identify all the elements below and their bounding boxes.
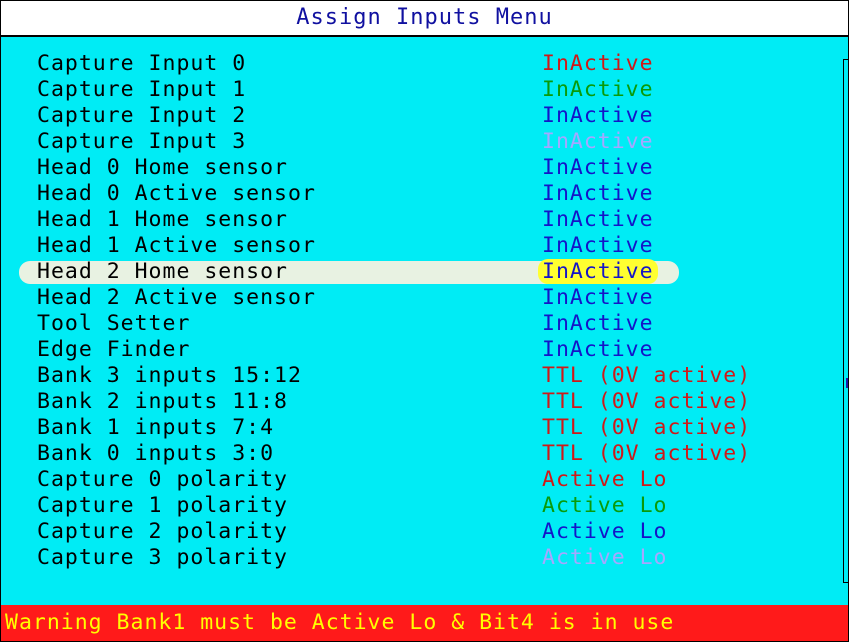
- row-label: Capture Input 3: [37, 129, 247, 154]
- menu-row[interactable]: Tool Setter InActive: [1, 311, 848, 337]
- row-label: Capture 2 polarity: [37, 519, 288, 544]
- row-value[interactable]: TTL (0V active): [542, 415, 751, 441]
- menu-row[interactable]: Head 1 Active sensor InActive: [1, 233, 848, 259]
- row-label: Bank 2 inputs 11:8: [37, 389, 288, 414]
- row-value[interactable]: InActive: [538, 259, 658, 285]
- row-value[interactable]: InActive: [542, 285, 654, 311]
- row-label: Head 2 Home sensor: [37, 259, 288, 284]
- menu-title: Assign Inputs Menu: [1, 1, 848, 37]
- menu-row[interactable]: Capture 3 polarity Active Lo: [1, 545, 848, 571]
- row-value[interactable]: InActive: [542, 311, 654, 337]
- row-value[interactable]: Active Lo: [542, 467, 668, 493]
- row-label: Capture Input 2: [37, 103, 247, 128]
- menu-row[interactable]: Head 1 Home sensor InActive: [1, 207, 848, 233]
- row-value[interactable]: InActive: [542, 103, 654, 129]
- row-value[interactable]: TTL (0V active): [542, 389, 751, 415]
- row-value[interactable]: InActive: [542, 181, 654, 207]
- row-value[interactable]: Active Lo: [542, 545, 668, 571]
- row-label: Head 1 Active sensor: [37, 233, 316, 258]
- row-value[interactable]: InActive: [542, 155, 654, 181]
- inputs-list: Capture Input 0 InActive Capture Input 1 In…: [1, 51, 848, 571]
- row-label: Head 2 Active sensor: [37, 285, 316, 310]
- menu-row[interactable]: Bank 1 inputs 7:4 TTL (0V active): [1, 415, 848, 441]
- row-value[interactable]: Active Lo: [542, 519, 668, 545]
- menu-row[interactable]: Edge Finder InActive: [1, 337, 848, 363]
- row-value[interactable]: InActive: [542, 207, 654, 233]
- menu-row[interactable]: Head 0 Home sensor InActive: [1, 155, 848, 181]
- menu-row[interactable]: Capture 2 polarity Active Lo: [1, 519, 848, 545]
- row-label: Bank 0 inputs 3:0: [37, 441, 275, 466]
- row-label: Capture 0 polarity: [37, 467, 288, 492]
- row-label: Capture 3 polarity: [37, 545, 288, 570]
- row-label: Head 0 Active sensor: [37, 181, 316, 206]
- row-label: Capture Input 0: [37, 51, 247, 76]
- row-value[interactable]: TTL (0V active): [542, 363, 751, 389]
- row-value[interactable]: InActive: [542, 129, 654, 155]
- row-label: Head 0 Home sensor: [37, 155, 288, 180]
- menu-row[interactable]: Bank 0 inputs 3:0 TTL (0V active): [1, 441, 848, 467]
- menu-row[interactable]: Head 0 Active sensor InActive: [1, 181, 848, 207]
- menu-row[interactable]: Capture Input 3 InActive: [1, 129, 848, 155]
- row-value[interactable]: InActive: [542, 337, 654, 363]
- row-label: Capture Input 1: [37, 77, 247, 102]
- menu-row[interactable]: Capture Input 2 InActive: [1, 103, 848, 129]
- row-label: Bank 3 inputs 15:12: [37, 363, 302, 388]
- menu-row[interactable]: Bank 3 inputs 15:12 TTL (0V active): [1, 363, 848, 389]
- selected-value[interactable]: InActive: [538, 259, 658, 284]
- menu-row[interactable]: Capture Input 1 InActive: [1, 77, 848, 103]
- menu-row[interactable]: Head 2 Active sensor InActive: [1, 285, 848, 311]
- assign-inputs-window: Assign Inputs Menu Capture Input 0 InActi…: [0, 0, 849, 642]
- row-label: Head 1 Home sensor: [37, 207, 288, 232]
- menu-row-selected[interactable]: Head 2 Home sensor InActive: [1, 259, 848, 285]
- menu-row[interactable]: Capture 1 polarity Active Lo: [1, 493, 848, 519]
- menu-row[interactable]: Capture Input 0 InActive: [1, 51, 848, 77]
- menu-row[interactable]: Capture 0 polarity Active Lo: [1, 467, 848, 493]
- scrollbar[interactable]: [843, 59, 848, 583]
- row-label: Tool Setter: [37, 311, 191, 336]
- menu-row[interactable]: Bank 2 inputs 11:8 TTL (0V active): [1, 389, 848, 415]
- row-label: Bank 1 inputs 7:4: [37, 415, 275, 440]
- row-label: Capture 1 polarity: [37, 493, 288, 518]
- row-value[interactable]: Active Lo: [542, 493, 668, 519]
- row-value[interactable]: TTL (0V active): [542, 441, 751, 467]
- warning-status-bar: Warning Bank1 must be Active Lo & Bit4 i…: [1, 605, 848, 641]
- row-label: Edge Finder: [37, 337, 191, 362]
- row-value[interactable]: InActive: [542, 233, 654, 259]
- row-value[interactable]: InActive: [542, 77, 654, 103]
- row-value[interactable]: InActive: [542, 51, 654, 77]
